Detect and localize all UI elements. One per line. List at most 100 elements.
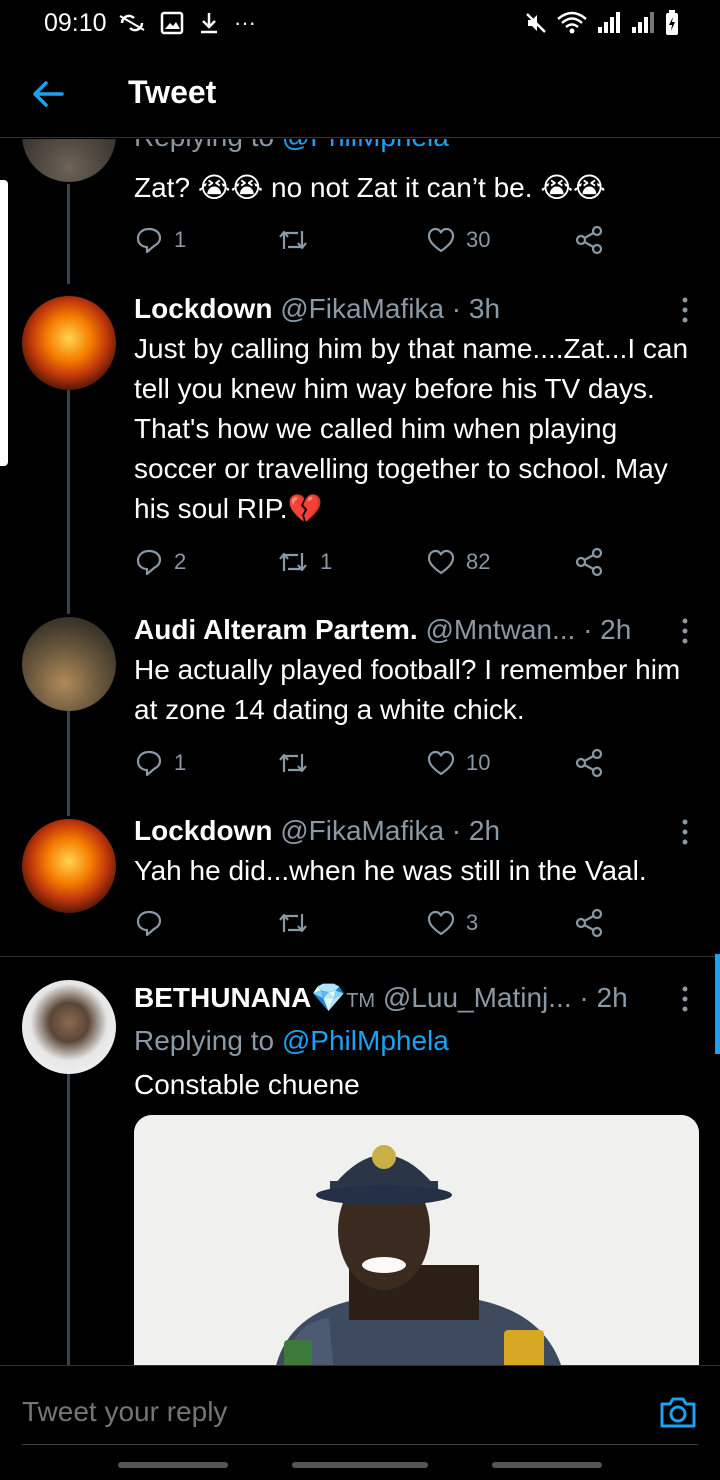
emoji: 😭😭 (540, 172, 606, 203)
wifi-icon (557, 11, 587, 34)
emoji: 💔 (287, 493, 323, 524)
reply-button[interactable]: 2 (134, 542, 186, 582)
tweet-text: Just by calling him by that name....Zat.… (134, 333, 689, 524)
top-app-bar: Tweet (0, 50, 720, 138)
display-name[interactable]: Audi Alteram Partem. (134, 614, 418, 645)
nav-gesture-bar (118, 1462, 228, 1468)
share-icon (575, 908, 603, 938)
more-vertical-icon (682, 618, 688, 644)
retweet-button[interactable] (276, 903, 320, 943)
retweet-button[interactable] (276, 743, 320, 783)
share-icon (575, 225, 603, 255)
thread-connector (67, 711, 70, 816)
more-vertical-icon (682, 819, 688, 845)
heart-icon (427, 549, 455, 575)
nav-gesture-bar (292, 1462, 428, 1468)
tweet-author: Lockdown @FikaMafika · 3h (134, 291, 674, 327)
replying-to: Replying to @PhilMphela (134, 1025, 449, 1056)
mute-icon (526, 13, 546, 33)
heart-icon (427, 910, 455, 936)
handle-time: @Mntwan... · 2h (425, 614, 632, 645)
more-vertical-icon (682, 297, 688, 323)
like-button[interactable]: 82 (426, 542, 490, 582)
tweet-author: Audi Alteram Partem. @Mntwan... · 2h (134, 612, 674, 648)
reply-underline (22, 1444, 698, 1445)
status-time: 09:10 (44, 9, 107, 37)
diamond-emoji: 💎 (311, 982, 347, 1013)
avatar[interactable] (22, 980, 116, 1074)
tweet-text: Zat? 😭😭 no not Zat it can’t be. 😭😭 (134, 172, 606, 203)
sync-icon (119, 14, 145, 32)
signal-icon-2 (632, 12, 654, 33)
reply-button[interactable]: 1 (134, 220, 186, 260)
retweet-button[interactable]: 1 (276, 542, 332, 582)
like-button[interactable]: 3 (426, 903, 478, 943)
share-button[interactable] (574, 542, 604, 582)
share-button[interactable] (574, 743, 604, 783)
reply-button[interactable]: 1 (134, 743, 186, 783)
reply-button[interactable] (134, 903, 174, 943)
display-name[interactable]: BETHUNANA (134, 982, 311, 1013)
reply-icon (136, 750, 162, 777)
handle-time: @FikaMafika · 2h (280, 815, 501, 846)
retweet-icon (279, 230, 307, 250)
retweet-icon (279, 753, 307, 773)
retweet-icon (279, 913, 307, 933)
camera-button[interactable] (658, 1392, 698, 1432)
tweet-text: Yah he did...when he was still in the Va… (134, 855, 647, 886)
avatar[interactable] (22, 296, 116, 390)
tweet-author: Lockdown @FikaMafika · 2h (134, 813, 674, 849)
retweet-icon (279, 552, 307, 572)
reply-composer (0, 1365, 720, 1480)
avatar[interactable] (22, 819, 116, 913)
emoji: 😭😭 (197, 172, 264, 203)
share-icon (575, 748, 603, 778)
tweet-text: He actually played football? I remember … (134, 654, 681, 725)
avatar[interactable] (22, 617, 116, 711)
display-name[interactable]: Lockdown (134, 293, 272, 324)
download-icon (201, 13, 217, 34)
heart-icon (427, 750, 455, 776)
tweet-text: Constable chuene (134, 1069, 360, 1100)
tweet-actions: 2 1 82 (134, 542, 614, 582)
reply-icon (136, 910, 162, 937)
mention-link[interactable]: @PhilMphela (282, 1025, 449, 1056)
heart-icon (427, 227, 455, 253)
handle-time: @FikaMafika · 3h (280, 293, 501, 324)
tweet-actions: 1 30 (134, 220, 614, 260)
reply-icon (136, 227, 162, 254)
share-icon (575, 547, 603, 577)
avatar[interactable] (22, 139, 116, 182)
conversation-divider (0, 956, 720, 957)
tweet-actions: 1 10 (134, 743, 614, 783)
more-options-button[interactable] (678, 984, 692, 1014)
camera-icon (660, 1397, 696, 1428)
like-button[interactable]: 10 (426, 743, 490, 783)
more-vertical-icon (682, 986, 688, 1012)
thread-connector (67, 184, 70, 284)
tweet-photo[interactable] (134, 1115, 699, 1365)
reply-input[interactable] (22, 1396, 582, 1428)
status-bar: 09:10 ··· (0, 0, 720, 50)
retweet-button[interactable] (276, 220, 320, 260)
tweet-actions: 3 (134, 903, 614, 943)
battery-icon (666, 10, 678, 35)
thread-connector (67, 390, 70, 614)
tweet-thread[interactable]: Replying to @PhilMphela Zat? 😭😭 no not Z… (0, 139, 720, 1365)
edge-panel-handle[interactable] (0, 180, 8, 466)
more-options-button[interactable] (678, 295, 692, 325)
handle-time: @Luu_Matinj... · 2h (382, 982, 628, 1013)
back-button[interactable] (28, 74, 68, 114)
display-name[interactable]: Lockdown (134, 815, 272, 846)
like-button[interactable]: 30 (426, 220, 490, 260)
page-title: Tweet (128, 74, 217, 110)
reply-icon (136, 549, 162, 576)
more-options-button[interactable] (678, 817, 692, 847)
more-notifications-icon: ··· (234, 10, 256, 35)
share-button[interactable] (574, 903, 604, 943)
share-button[interactable] (574, 220, 604, 260)
more-options-button[interactable] (678, 616, 692, 646)
replying-to: Replying to @PhilMphela (134, 139, 449, 153)
mention-link[interactable]: @PhilMphela (282, 139, 449, 152)
trademark-sign: TM (346, 990, 376, 1012)
